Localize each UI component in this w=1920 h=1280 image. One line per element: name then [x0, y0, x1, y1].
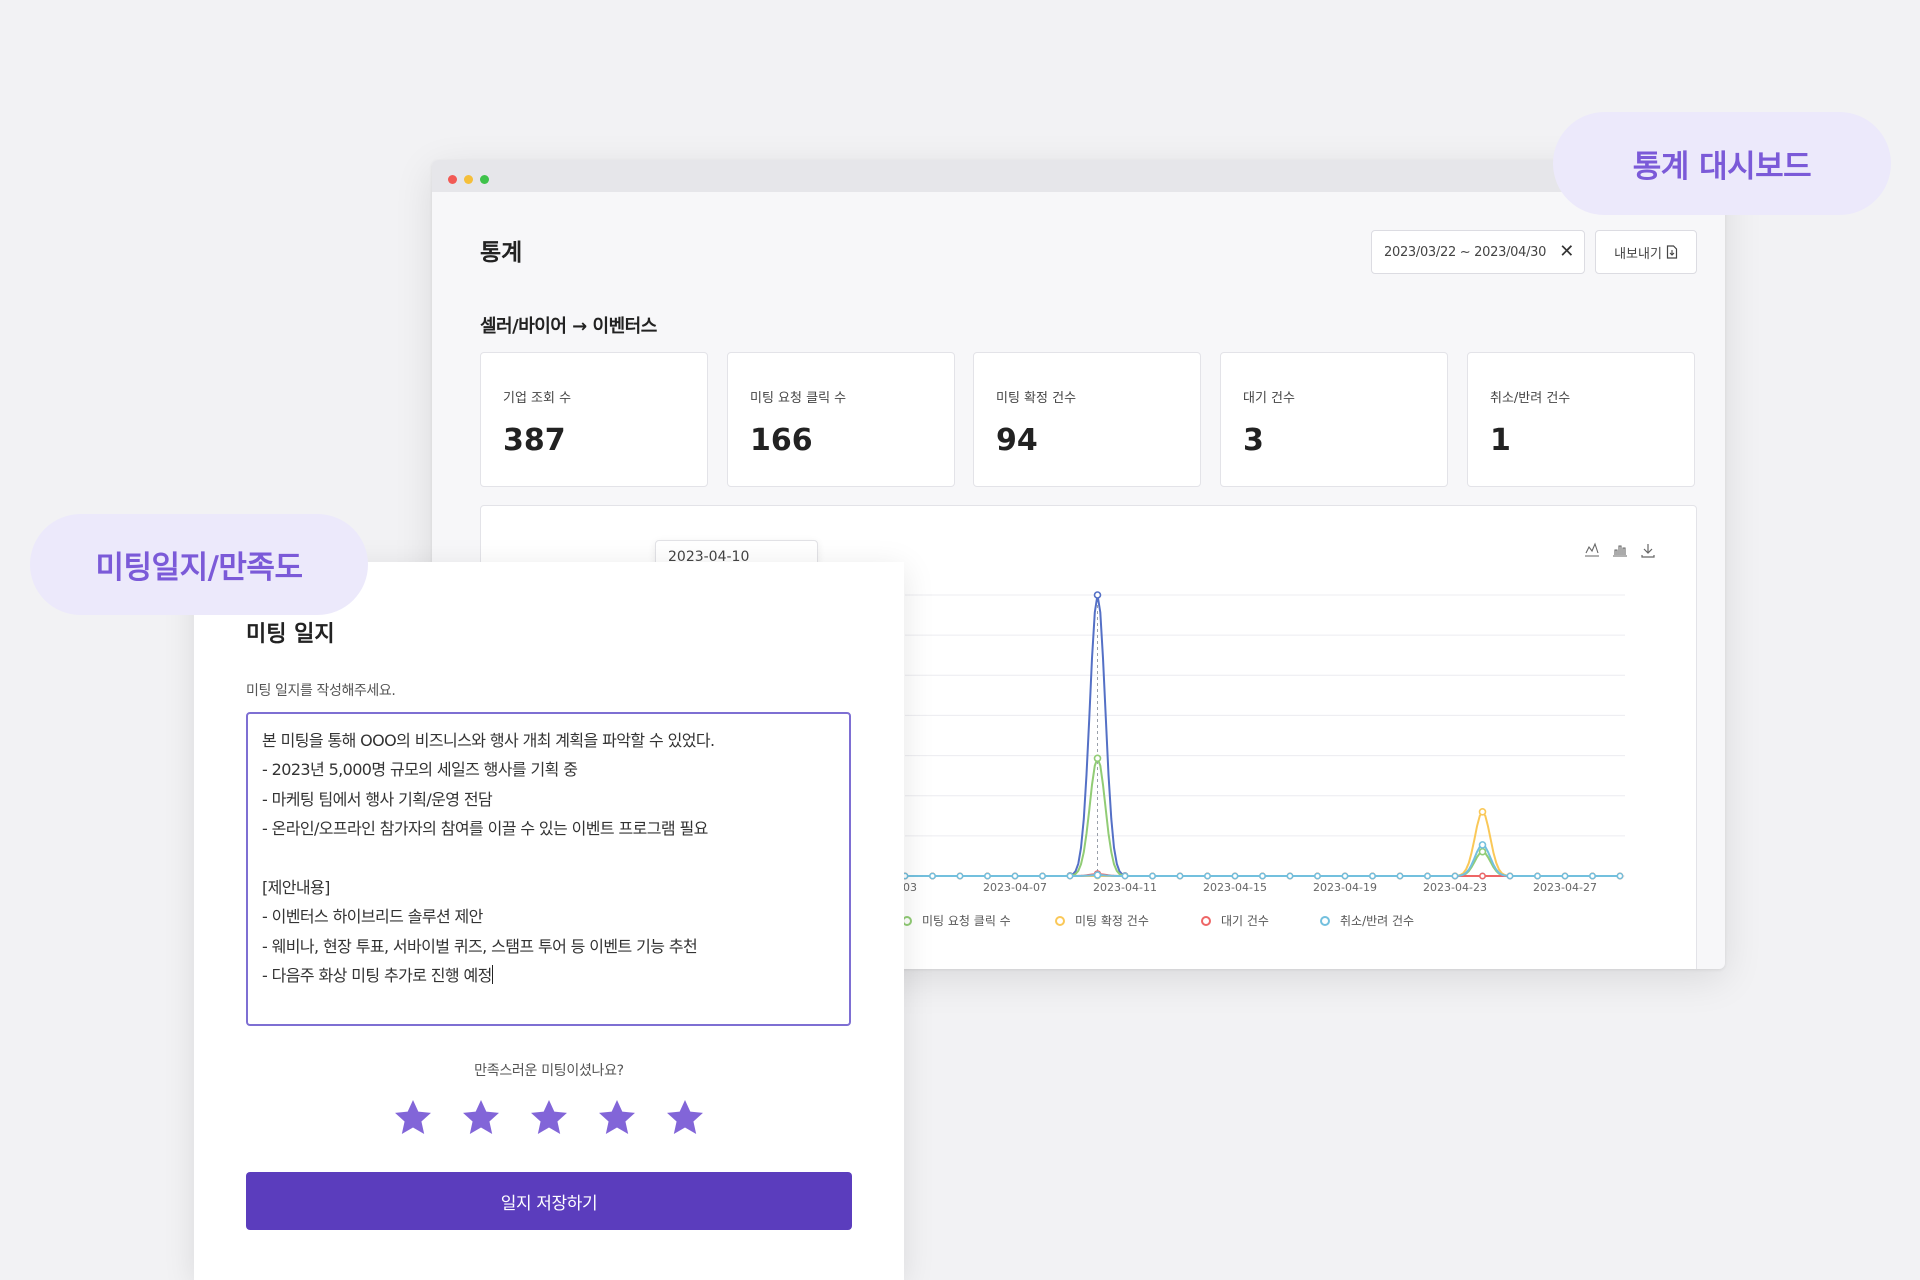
star-icon[interactable] [459, 1096, 503, 1140]
file-export-icon [1666, 245, 1678, 259]
journal-line: - 온라인/오프라인 참가자의 참여를 이끌 수 있는 이벤트 프로그램 필요 [262, 819, 708, 839]
dashboard-feature-pill: 통계 대시보드 [1553, 112, 1891, 215]
stat-card-confirmed-meetings: 미팅 확정 건수 94 [973, 352, 1201, 487]
legend-marker [1055, 915, 1065, 926]
flow-to: 이벤터스 [592, 316, 658, 337]
stat-value: 3 [1243, 423, 1264, 458]
stat-label: 미팅 요청 클릭 수 [750, 391, 847, 406]
save-journal-button[interactable]: 일지 저장하기 [246, 1172, 852, 1230]
journal-line: - 2023년 5,000명 규모의 세일즈 행사를 기획 중 [262, 760, 578, 780]
download-icon[interactable] [1640, 542, 1656, 558]
stat-value: 1 [1490, 423, 1511, 458]
star-icon[interactable] [595, 1096, 639, 1140]
flow-title: 셀러/바이어 → 이벤터스 [480, 312, 657, 338]
window-titlebar [432, 160, 1725, 192]
journal-line: - 이벤터스 하이브리드 솔루션 제안 [262, 907, 483, 927]
legend-marker [1201, 915, 1211, 926]
journal-line: [제안내용] [262, 878, 330, 898]
flow-from: 셀러/바이어 [480, 316, 567, 337]
legend-label: 대기 건수 [1221, 914, 1269, 928]
journal-hint: 미팅 일지를 작성해주세요. [246, 683, 396, 699]
date-range-value: 2023/03/22 ~ 2023/04/30 [1384, 244, 1547, 260]
star-icon[interactable] [527, 1096, 571, 1140]
chart-toolbox [1584, 542, 1656, 558]
stat-card-company-views: 기업 조회 수 387 [480, 352, 708, 487]
stat-value: 94 [996, 423, 1038, 458]
stat-value: 166 [750, 423, 813, 458]
journal-feature-pill: 미팅일지/만족도 [30, 514, 368, 615]
stat-card-meeting-request-clicks: 미팅 요청 클릭 수 166 [727, 352, 955, 487]
star-rating[interactable] [391, 1096, 707, 1140]
stat-label: 취소/반려 건수 [1490, 391, 1571, 406]
journal-line: - 다음주 화상 미팅 추가로 진행 예정 [262, 966, 492, 986]
journal-line: - 웨비나, 현장 투표, 서바이벌 퀴즈, 스탬프 투어 등 이벤트 기능 추… [262, 936, 698, 956]
export-button[interactable]: 내보내기 [1595, 230, 1697, 274]
stat-label: 기업 조회 수 [503, 391, 572, 406]
clear-date-icon[interactable]: ✕ [1559, 241, 1574, 262]
minimize-window-dot[interactable] [464, 175, 473, 184]
star-icon[interactable] [391, 1096, 435, 1140]
export-label: 내보내기 [1614, 246, 1662, 262]
meeting-journal-panel: 미팅 일지 미팅 일지를 작성해주세요. 본 미팅을 통해 OOO의 비즈니스와… [194, 562, 904, 1280]
journal-line: - 마케팅 팀에서 행사 기획/운영 전담 [262, 789, 493, 809]
journal-line: 본 미팅을 통해 OOO의 비즈니스와 행사 개최 계획을 파악할 수 있었다. [262, 731, 715, 750]
stat-value: 387 [503, 423, 566, 458]
legend-label: 미팅 확정 건수 [1075, 914, 1149, 928]
journal-textarea[interactable]: 본 미팅을 통해 OOO의 비즈니스와 행사 개최 계획을 파악할 수 있었다.… [246, 712, 851, 1026]
rating-question: 만족스러운 미팅이셨나요? [474, 1063, 624, 1079]
stat-card-pending: 대기 건수 3 [1220, 352, 1448, 487]
stat-label: 대기 건수 [1243, 391, 1295, 406]
arrow-right-icon: → [572, 316, 593, 337]
star-icon[interactable] [663, 1096, 707, 1140]
legend-item[interactable]: 취소/반려 건수 [1320, 912, 1414, 929]
text-caret [491, 965, 493, 985]
legend-item[interactable]: 미팅 확정 건수 [1055, 912, 1149, 929]
line-chart-icon[interactable] [1584, 542, 1600, 558]
legend-label: 미팅 요청 클릭 수 [922, 914, 1011, 928]
bar-chart-icon[interactable] [1612, 542, 1628, 558]
close-window-dot[interactable] [448, 175, 457, 184]
legend-label: 취소/반려 건수 [1340, 914, 1415, 928]
date-range-picker[interactable]: 2023/03/22 ~ 2023/04/30 ✕ [1371, 230, 1585, 274]
maximize-window-dot[interactable] [480, 175, 489, 184]
legend-item[interactable]: 대기 건수 [1201, 912, 1269, 929]
journal-title: 미팅 일지 [246, 622, 335, 647]
stat-card-cancelled: 취소/반려 건수 1 [1467, 352, 1695, 487]
page-title: 통계 [480, 240, 523, 266]
stat-label: 미팅 확정 건수 [996, 391, 1077, 406]
legend-item[interactable]: 미팅 요청 클릭 수 [902, 912, 1011, 929]
legend-marker [1320, 915, 1330, 926]
